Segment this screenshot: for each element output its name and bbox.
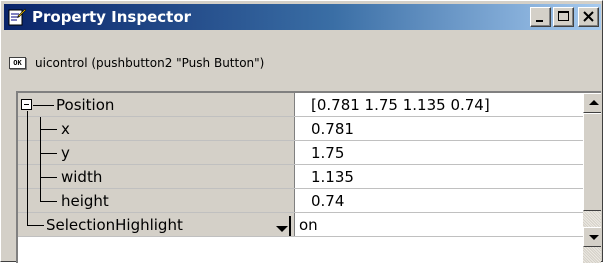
property-row-x[interactable]: x 0.781 [18,117,583,141]
property-name: height [61,192,109,210]
vertical-scrollbar[interactable] [583,93,601,263]
property-value[interactable]: 1.135 [311,168,354,186]
property-name: x [61,120,70,138]
dropdown-arrow-icon[interactable] [276,226,288,232]
property-row-position[interactable]: Position [0.781 1.75 1.135 0.74] [18,93,583,117]
property-row-selectionhighlight[interactable]: SelectionHighlight on [18,213,583,237]
object-description: uicontrol (pushbutton2 "Push Button") [35,56,265,70]
property-row-height[interactable]: height 0.74 [18,189,583,213]
minimize-button[interactable] [530,7,551,27]
property-row-width[interactable]: width 1.135 [18,165,583,189]
maximize-icon [558,11,569,21]
pushbutton-icon: OK [9,57,26,69]
minimize-icon [536,20,543,22]
property-name: SelectionHighlight [46,216,183,234]
property-inspector-icon [8,8,27,26]
property-value[interactable]: [0.781 1.75 1.135 0.74] [311,96,490,114]
title-bar[interactable]: Property Inspector [4,4,601,30]
property-row-y[interactable]: y 1.75 [18,141,583,165]
property-grid: Position [0.781 1.75 1.135 0.74] x 0.781 [16,91,601,263]
property-name: Position [56,96,115,114]
property-name: width [61,168,103,186]
object-info: OK uicontrol (pushbutton2 "Push Button") [9,54,264,72]
arrow-up-icon [589,100,599,105]
property-value[interactable]: on [299,216,318,234]
close-icon [583,11,594,22]
arrow-down-icon [589,235,599,240]
close-button[interactable] [578,7,599,27]
property-name: y [61,144,70,162]
property-value[interactable]: 0.781 [311,120,354,138]
property-inspector-window: Property Inspector OK uicontrol (pushbut… [0,0,603,263]
collapse-icon[interactable] [21,99,32,110]
property-value[interactable]: 1.75 [311,144,344,162]
property-value[interactable]: 0.74 [311,192,344,210]
window-title: Property Inspector [32,8,192,26]
maximize-button[interactable] [553,7,574,27]
scroll-down-button[interactable] [583,227,601,247]
scroll-up-button[interactable] [583,93,601,113]
scroll-thumb[interactable] [583,113,601,211]
